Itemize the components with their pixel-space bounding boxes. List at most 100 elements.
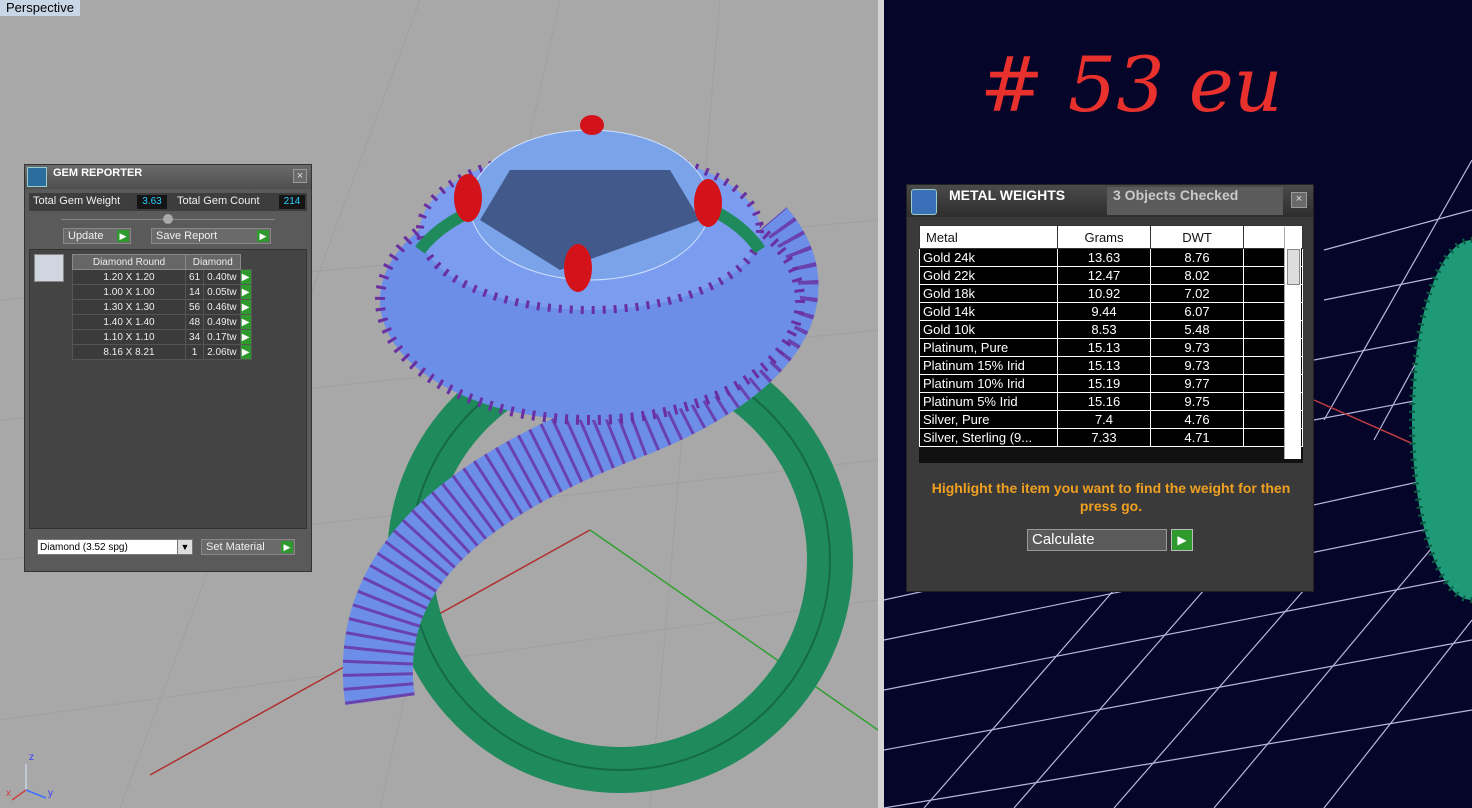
set-material-label: Set Material xyxy=(206,541,265,553)
update-label: Update xyxy=(68,230,104,242)
metal-cell-metal: Platinum 5% Irid xyxy=(919,392,1058,411)
metal-cell-grams: 15.13 xyxy=(1057,356,1151,375)
total-count-label: Total Gem Count xyxy=(177,195,260,207)
viewport-label[interactable]: Perspective xyxy=(0,0,80,16)
play-icon[interactable]: ▶ xyxy=(239,284,252,300)
metal-cell-metal: Platinum, Pure xyxy=(919,338,1058,357)
total-count-value: 214 xyxy=(279,195,305,209)
metal-cell-dwt: 9.77 xyxy=(1150,374,1244,393)
metal-cell-metal: Platinum 15% Irid xyxy=(919,356,1058,375)
total-weight-label: Total Gem Weight xyxy=(33,195,121,207)
update-button[interactable]: Update ▶ xyxy=(63,228,131,244)
metal-table-row[interactable]: Platinum 10% Irid 15.19 9.77 xyxy=(919,374,1303,393)
gem-table-row[interactable]: 1.10 X 1.10 34 0.17tw ▶ xyxy=(72,329,252,345)
metal-cell-dwt: 6.07 xyxy=(1150,302,1244,321)
metal-table: Metal Grams DWT Gold 24k 13.63 8.76 Gold 22… xyxy=(919,225,1303,447)
gem-cell-count: 56 xyxy=(184,299,205,315)
material-select-value: Diamond (3.52 spg) xyxy=(40,542,128,553)
metal-table-frame: Metal Grams DWT Gold 24k 13.63 8.76 Gold 22… xyxy=(919,225,1303,463)
metal-cell-grams: 15.13 xyxy=(1057,338,1151,357)
metal-weights-app-icon xyxy=(911,189,937,215)
metal-cell-grams: 15.19 xyxy=(1057,374,1151,393)
diamond-thumbnail-icon[interactable] xyxy=(34,254,64,282)
metal-cell-grams: 12.47 xyxy=(1057,266,1151,285)
gem-table-row[interactable]: 1.30 X 1.30 56 0.46tw ▶ xyxy=(72,299,252,315)
metal-table-row[interactable]: Gold 24k 13.63 8.76 xyxy=(919,248,1303,267)
play-icon[interactable]: ▶ xyxy=(239,314,252,330)
metal-cell-dwt: 8.02 xyxy=(1150,266,1244,285)
metal-weights-title: METAL WEIGHTS xyxy=(949,187,1066,203)
metal-cell-grams: 15.16 xyxy=(1057,392,1151,411)
scrollbar-thumb[interactable] xyxy=(1287,249,1300,285)
metal-table-row[interactable]: Platinum 5% Irid 15.16 9.75 xyxy=(919,392,1303,411)
metal-cell-metal: Platinum 10% Irid xyxy=(919,374,1058,393)
metal-table-row[interactable]: Gold 14k 9.44 6.07 xyxy=(919,302,1303,321)
metal-table-row[interactable]: Gold 22k 12.47 8.02 xyxy=(919,266,1303,285)
metal-table-row[interactable]: Gold 18k 10.92 7.02 xyxy=(919,284,1303,303)
gem-cell-count: 14 xyxy=(184,284,205,300)
metal-table-scrollbar[interactable] xyxy=(1284,227,1301,459)
metal-table-row[interactable]: Platinum 15% Irid 15.13 9.73 xyxy=(919,356,1303,375)
gem-cell-size: 1.30 X 1.30 xyxy=(72,299,186,315)
gem-table-row[interactable]: 8.16 X 8.21 1 2.06tw ▶ xyxy=(72,344,252,360)
metal-cell-metal: Gold 22k xyxy=(919,266,1058,285)
close-icon[interactable]: × xyxy=(293,169,307,183)
play-icon: ▶ xyxy=(257,230,269,242)
gem-cell-size: 1.00 X 1.00 xyxy=(72,284,186,300)
metal-table-row[interactable]: Platinum, Pure 15.13 9.73 xyxy=(919,338,1303,357)
metal-table-row[interactable]: Silver, Sterling (9... 7.33 4.71 xyxy=(919,428,1303,447)
metal-table-row[interactable]: Silver, Pure 7.4 4.76 xyxy=(919,410,1303,429)
metal-cell-metal: Gold 10k xyxy=(919,320,1058,339)
slider-handle[interactable] xyxy=(163,214,173,224)
play-icon: ▶ xyxy=(281,541,293,553)
gem-cell-count: 1 xyxy=(184,344,205,360)
gem-cell-size: 1.10 X 1.10 xyxy=(72,329,186,345)
metal-cell-metal: Gold 14k xyxy=(919,302,1058,321)
gem-cell-count: 34 xyxy=(184,329,205,345)
total-weight-value: 3.63 xyxy=(137,195,167,209)
metal-cell-grams: 9.44 xyxy=(1057,302,1151,321)
chevron-down-icon[interactable]: ▼ xyxy=(177,540,192,554)
play-icon[interactable]: ▶ xyxy=(239,269,252,285)
gem-cell-weight: 0.40tw xyxy=(203,269,241,285)
metal-cell-dwt: 4.76 xyxy=(1150,410,1244,429)
gem-reporter-window: GEM REPORTER × Total Gem Weight 3.63 Tot… xyxy=(24,164,312,572)
save-report-label: Save Report xyxy=(156,230,218,242)
gem-reporter-title: GEM REPORTER xyxy=(53,167,143,179)
gem-cell-weight: 2.06tw xyxy=(203,344,241,360)
material-select[interactable]: Diamond (3.52 spg) ▼ xyxy=(37,539,193,555)
gem-table-row[interactable]: 1.40 X 1.40 48 0.49tw ▶ xyxy=(72,314,252,330)
metal-cell-metal: Gold 18k xyxy=(919,284,1058,303)
play-icon[interactable]: ▶ xyxy=(239,299,252,315)
gem-table: Diamond Round Diamond 1.20 X 1.20 61 0.40t… xyxy=(72,254,252,360)
gem-table-row[interactable]: 1.00 X 1.00 14 0.05tw ▶ xyxy=(72,284,252,300)
metal-cell-grams: 7.4 xyxy=(1057,410,1151,429)
gem-col-type: Diamond xyxy=(185,254,241,270)
grams-col-header: Grams xyxy=(1057,225,1151,249)
calculate-select[interactable]: Calculate xyxy=(1027,529,1167,551)
handwritten-note: # 53 eu xyxy=(980,40,1283,129)
axis-x-label: x xyxy=(6,788,11,799)
gem-cell-count: 48 xyxy=(184,314,205,330)
metal-cell-grams: 10.92 xyxy=(1057,284,1151,303)
metal-weights-titlebar[interactable]: METAL WEIGHTS 3 Objects Checked × xyxy=(907,185,1313,217)
gem-col-shape: Diamond Round xyxy=(72,254,186,270)
gem-cell-size: 1.20 X 1.20 xyxy=(72,269,186,285)
close-icon[interactable]: × xyxy=(1291,192,1307,208)
gem-reporter-titlebar[interactable]: GEM REPORTER × xyxy=(25,165,311,189)
metal-cell-grams: 13.63 xyxy=(1057,248,1151,267)
metal-cell-dwt: 5.48 xyxy=(1150,320,1244,339)
metal-cell-dwt: 8.76 xyxy=(1150,248,1244,267)
metal-cell-dwt: 9.73 xyxy=(1150,338,1244,357)
gem-table-row[interactable]: 1.20 X 1.20 61 0.40tw ▶ xyxy=(72,269,252,285)
play-icon[interactable]: ▶ xyxy=(239,344,252,360)
set-material-button[interactable]: Set Material ▶ xyxy=(201,539,295,555)
play-icon[interactable]: ▶ xyxy=(239,329,252,345)
save-report-button[interactable]: Save Report ▶ xyxy=(151,228,271,244)
metal-table-row[interactable]: Gold 10k 8.53 5.48 xyxy=(919,320,1303,339)
play-icon[interactable]: ▶ xyxy=(1171,529,1193,551)
gem-cell-weight: 0.46tw xyxy=(203,299,241,315)
metal-cell-metal: Silver, Pure xyxy=(919,410,1058,429)
gem-totals-bar: Total Gem Weight 3.63 Total Gem Count 21… xyxy=(29,193,307,211)
dwt-col-header: DWT xyxy=(1150,225,1244,249)
